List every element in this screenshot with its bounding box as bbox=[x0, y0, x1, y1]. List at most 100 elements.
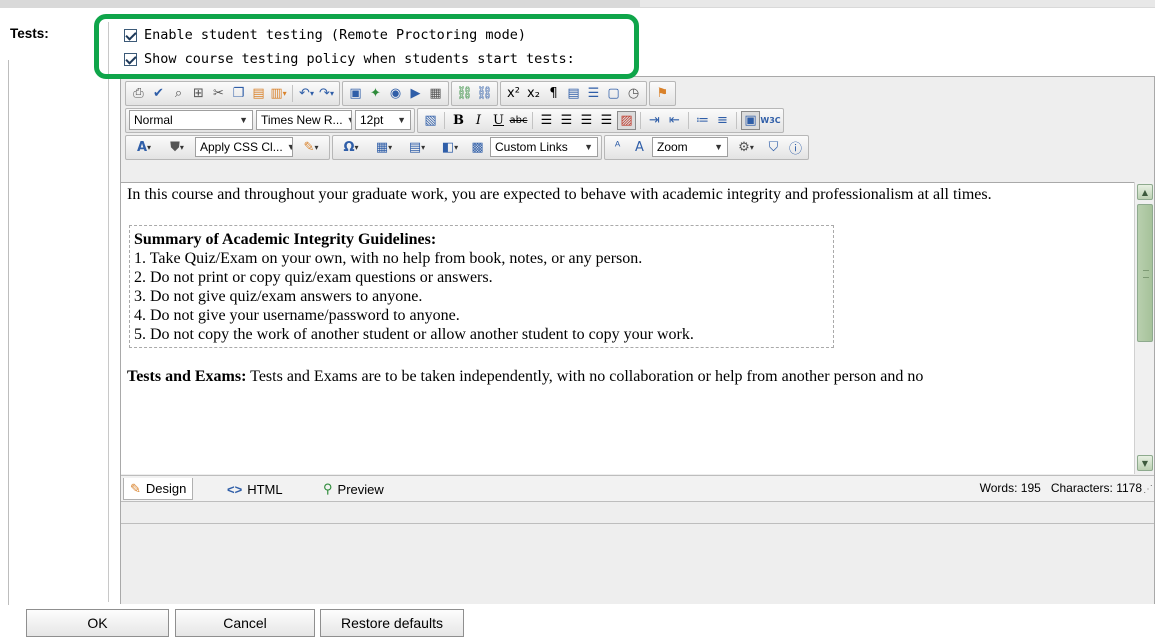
redo-icon[interactable]: ↷ ▾ bbox=[317, 84, 336, 103]
font-name-value: Times New R... bbox=[261, 113, 343, 127]
format-stripper-icon[interactable]: ⚑ bbox=[653, 84, 672, 103]
resize-handle-icon[interactable]: ⋰ bbox=[1143, 484, 1153, 495]
toolbar-row-3: A ▾ ⛊ ▾ Apply CSS Cl... ▼ ✎ ▾ Ω ▾ ▦ ▾ ▤ ▾… bbox=[125, 134, 811, 160]
strikethrough-button[interactable]: abc bbox=[509, 111, 528, 130]
subscript-icon[interactable]: x₂ bbox=[524, 84, 543, 103]
about-icon[interactable]: ⓘ bbox=[786, 138, 805, 157]
image-properties-icon[interactable]: ▧ bbox=[421, 111, 440, 130]
paste-options-icon[interactable]: ▥ ▾ bbox=[269, 84, 288, 103]
copy-icon[interactable]: ❐ bbox=[229, 84, 248, 103]
horizontal-rule-icon[interactable]: ☰ bbox=[584, 84, 603, 103]
toolbar-group-zoom: ᴬ A Zoom ▼ ⚙ ▾ ⛉ ⓘ bbox=[604, 134, 809, 160]
format-painter-icon[interactable]: ✎ ▾ bbox=[296, 138, 326, 157]
font-size-value: 12pt bbox=[360, 113, 384, 127]
show-borders-icon[interactable]: ▣ bbox=[741, 110, 760, 130]
cut-icon[interactable]: ✂ bbox=[209, 84, 228, 103]
justify-icon[interactable]: ☰ bbox=[597, 111, 616, 130]
guideline-item: 5. Do not copy the work of another stude… bbox=[134, 326, 694, 343]
magnifier-icon: ⚲ bbox=[323, 481, 333, 496]
spellcheck-icon[interactable]: ✔ bbox=[149, 84, 168, 103]
highlight-color-icon[interactable]: ⛊ ▾ bbox=[162, 138, 192, 157]
custom-links-select[interactable]: Custom Links ▼ bbox=[490, 137, 598, 157]
left-rule bbox=[8, 60, 9, 605]
template-icon[interactable]: ▢ bbox=[604, 84, 623, 103]
numbered-list-icon[interactable]: ≔ bbox=[693, 111, 712, 130]
toolbar-group-insert: ▣ ✦ ◉ ▶ ▦ bbox=[342, 80, 449, 106]
tests-paragraph: Tests and Exams: Tests and Exams are to … bbox=[127, 367, 1128, 387]
undo-icon[interactable]: ↶ ▾ bbox=[297, 84, 316, 103]
video-icon[interactable]: ▶ bbox=[406, 84, 425, 103]
tab-html[interactable]: <> HTML bbox=[221, 478, 289, 500]
align-center-icon[interactable]: ☰ bbox=[557, 111, 576, 130]
bulleted-list-icon[interactable]: ≡ bbox=[713, 111, 732, 130]
xhtml-validator-icon[interactable]: W3C bbox=[760, 111, 780, 130]
insert-table-icon[interactable]: ▦ ▾ bbox=[369, 138, 399, 157]
tab-design[interactable]: ✎ Design bbox=[123, 478, 194, 500]
custom-links-value: Custom Links bbox=[495, 140, 568, 154]
rich-text-editor: ⎙ ✔ ⌕ ⊞ ✂ ❐ ▤ ▥ ▾ ↶ ▾ ↷ ▾ ▣ ✦ ◉ ▶ ▦ ⛓ ⛓ x² … bbox=[120, 76, 1155, 604]
align-left-icon[interactable]: ☰ bbox=[537, 111, 556, 130]
insert-date-icon[interactable]: ◷ bbox=[624, 84, 643, 103]
justify-none-icon[interactable]: ▨ bbox=[617, 110, 636, 130]
guideline-item: 2. Do not print or copy quiz/exam questi… bbox=[134, 269, 493, 286]
toolbar-row-1: ⎙ ✔ ⌕ ⊞ ✂ ❐ ▤ ▥ ▾ ↶ ▾ ↷ ▾ ▣ ✦ ◉ ▶ ▦ ⛓ ⛓ x² … bbox=[125, 80, 678, 106]
tab-preview-label: Preview bbox=[337, 481, 384, 497]
document-manager-icon[interactable]: ▦ bbox=[426, 84, 445, 103]
restore-defaults-button[interactable]: Restore defaults bbox=[320, 609, 464, 637]
css-class-value: Apply CSS Cl... bbox=[200, 140, 283, 154]
insert-snippet-icon[interactable]: ◧ ▾ bbox=[435, 138, 465, 157]
toolbar-separator bbox=[688, 111, 689, 129]
remove-link-icon[interactable]: ⛓ bbox=[475, 84, 494, 103]
guideline-item: 4. Do not give your username/password to… bbox=[134, 307, 460, 324]
align-right-icon[interactable]: ☰ bbox=[577, 111, 596, 130]
superscript-icon[interactable]: x² bbox=[504, 84, 523, 103]
select-all-icon[interactable]: ⊞ bbox=[189, 84, 208, 103]
toolbar-group-symbols: Ω ▾ ▦ ▾ ▤ ▾ ◧ ▾ ▩ Custom Links ▼ bbox=[332, 134, 602, 160]
scroll-up-icon[interactable]: ▲ bbox=[1137, 184, 1153, 200]
insert-form-icon[interactable]: ▤ bbox=[564, 84, 583, 103]
font-size-select[interactable]: 12pt ▼ bbox=[355, 110, 411, 130]
media-manager-icon[interactable]: ◉ bbox=[386, 84, 405, 103]
modules-icon[interactable]: ⚙ ▾ bbox=[731, 138, 761, 157]
editor-scrollbar[interactable]: ▲ ▼ bbox=[1134, 182, 1154, 474]
characters-label: Characters: bbox=[1050, 481, 1113, 495]
find-icon[interactable]: ⌕ bbox=[169, 84, 188, 103]
toolbar-separator bbox=[640, 111, 641, 129]
cancel-button[interactable]: Cancel bbox=[175, 609, 315, 637]
font-name-select[interactable]: Times New R... ▼ bbox=[256, 110, 352, 130]
underline-button[interactable]: U bbox=[489, 111, 508, 130]
toolbar-separator bbox=[736, 111, 737, 129]
toolbar-group-links: ⛓ ⛓ bbox=[451, 80, 498, 106]
top-strip bbox=[0, 0, 1155, 8]
lowercase-icon[interactable]: ᴬ bbox=[608, 138, 627, 157]
chevron-down-icon: ▼ bbox=[584, 142, 593, 152]
ok-button[interactable]: OK bbox=[26, 609, 169, 637]
uppercase-icon[interactable]: A bbox=[630, 138, 649, 157]
image-manager-icon[interactable]: ▣ bbox=[346, 84, 365, 103]
track-changes-icon[interactable]: ⛉ bbox=[764, 138, 783, 157]
flash-manager-icon[interactable]: ✦ bbox=[366, 84, 385, 103]
outdent-icon[interactable]: ⇤ bbox=[665, 111, 684, 130]
guidelines-box: Summary of Academic Integrity Guidelines… bbox=[129, 225, 834, 348]
bold-button[interactable]: B bbox=[449, 111, 468, 130]
paragraph-style-select[interactable]: Normal ▼ bbox=[129, 110, 253, 130]
insert-list-icon[interactable]: ▤ ▾ bbox=[402, 138, 432, 157]
font-color-icon[interactable]: A ▾ bbox=[129, 138, 159, 157]
insert-symbol-icon[interactable]: Ω ▾ bbox=[336, 138, 366, 157]
paragraph-icon[interactable]: ¶ bbox=[544, 84, 563, 103]
print-icon[interactable]: ⎙ bbox=[129, 84, 148, 103]
hyperlink-icon[interactable]: ⛓ bbox=[455, 84, 474, 103]
scroll-thumb[interactable] bbox=[1137, 204, 1153, 342]
paste-icon[interactable]: ▤ bbox=[249, 84, 268, 103]
tab-html-label: HTML bbox=[247, 481, 283, 497]
italic-button[interactable]: I bbox=[469, 111, 488, 130]
zoom-value: Zoom bbox=[657, 140, 688, 154]
scroll-down-icon[interactable]: ▼ bbox=[1137, 455, 1153, 471]
tab-preview[interactable]: ⚲ Preview bbox=[317, 478, 390, 500]
css-class-select[interactable]: Apply CSS Cl... ▼ bbox=[195, 137, 293, 157]
zoom-select[interactable]: Zoom ▼ bbox=[652, 137, 728, 157]
indent-icon[interactable]: ⇥ bbox=[645, 111, 664, 130]
image-map-icon[interactable]: ▩ bbox=[468, 138, 487, 157]
editor-content-area[interactable]: In this course and throughout your gradu… bbox=[121, 182, 1134, 474]
intro-paragraph: In this course and throughout your gradu… bbox=[127, 186, 992, 203]
